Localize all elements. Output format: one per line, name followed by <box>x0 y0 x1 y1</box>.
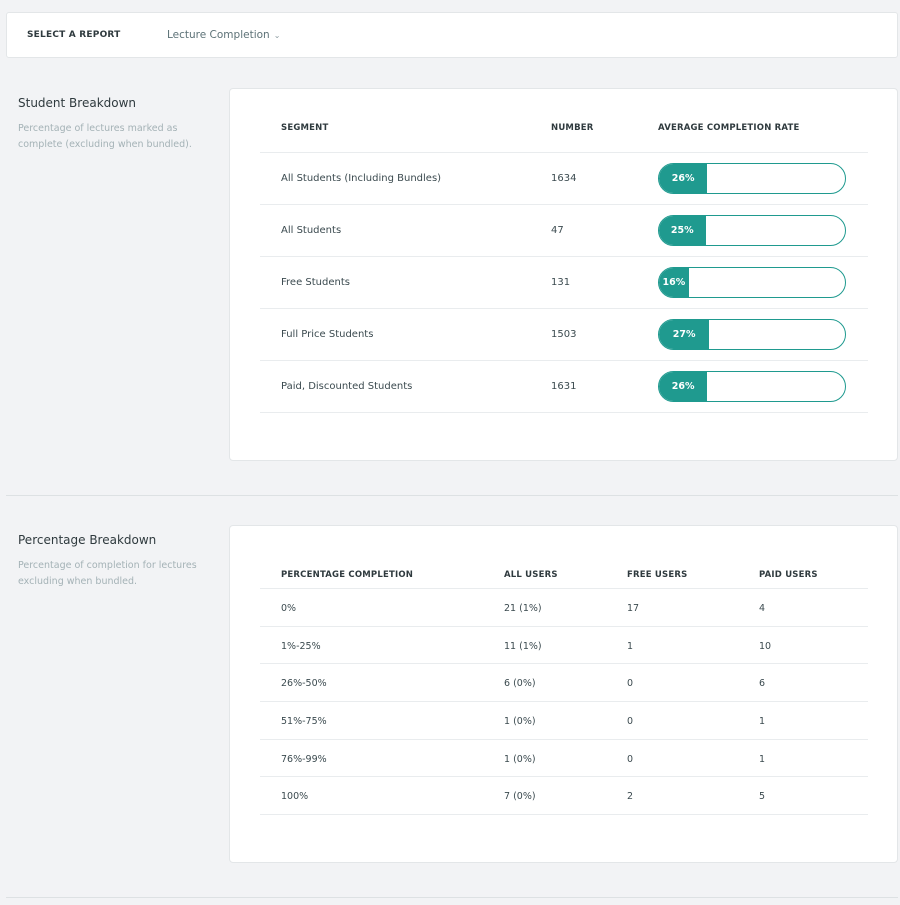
all-users-cell: 11 (1%) <box>504 640 542 652</box>
number-cell: 1634 <box>551 173 577 184</box>
completion-rate-bar: 26% <box>658 163 846 194</box>
range-cell: 100% <box>281 791 309 803</box>
completion-rate-fill: 25% <box>659 216 706 245</box>
column-header-percentage-completion: PERCENTAGE COMPLETION <box>281 570 414 580</box>
segment-cell: Full Price Students <box>281 329 374 340</box>
table-row: 0% 21 (1%) 17 4 <box>260 589 868 627</box>
percentage-breakdown-title: Percentage Breakdown <box>18 533 157 547</box>
number-cell: 1631 <box>551 381 577 392</box>
completion-rate-bar: 26% <box>658 371 846 402</box>
percentage-breakdown-table: PERCENTAGE COMPLETION ALL USERS FREE USE… <box>260 556 868 816</box>
paid-users-cell: 1 <box>759 753 766 765</box>
completion-rate-fill: 26% <box>659 164 708 193</box>
free-users-cell: 0 <box>627 716 634 728</box>
all-users-cell: 21 (1%) <box>504 603 542 614</box>
student-breakdown-description: Percentage of lectures marked as complet… <box>18 123 192 150</box>
column-header-completion-rate: AVERAGE COMPLETION RATE <box>658 123 800 133</box>
range-cell: 51%-75% <box>281 716 327 728</box>
table-row: All Students (Including Bundles) 1634 26% <box>260 153 868 205</box>
paid-users-cell: 4 <box>759 603 766 614</box>
segment-cell: All Students (Including Bundles) <box>281 173 442 184</box>
completion-rate-fill: 26% <box>659 372 708 401</box>
range-cell: 26%-50% <box>281 678 327 690</box>
table-row: 76%-99% 1 (0%) 0 1 <box>260 740 868 778</box>
table-row: Paid, Discounted Students 1631 26% <box>260 361 868 413</box>
range-cell: 76%-99% <box>281 753 327 765</box>
student-breakdown-title: Student Breakdown <box>18 96 137 110</box>
column-header-number: NUMBER <box>551 123 594 133</box>
free-users-cell: 0 <box>627 753 634 765</box>
all-users-cell: 1 (0%) <box>504 753 536 765</box>
section-divider <box>6 495 898 496</box>
number-cell: 47 <box>551 225 564 236</box>
all-users-cell: 1 (0%) <box>504 716 536 728</box>
table-header: PERCENTAGE COMPLETION ALL USERS FREE USE… <box>260 556 868 589</box>
completion-rate-bar: 25% <box>658 215 846 246</box>
column-header-all-users: ALL USERS <box>504 570 558 580</box>
chevron-down-icon: ⌄ <box>273 31 281 40</box>
percentage-breakdown-card: PERCENTAGE COMPLETION ALL USERS FREE USE… <box>229 525 898 863</box>
percentage-rows: 0% 21 (1%) 17 4 1%-25% 11 (1%) 1 10 26%-50% 6 (0%… <box>260 589 868 816</box>
number-cell: 1503 <box>551 329 577 340</box>
table-row: 100% 7 (0%) 2 5 <box>260 777 868 816</box>
free-users-cell: 2 <box>627 791 634 803</box>
segment-cell: Free Students <box>281 277 350 288</box>
student-breakdown-card: SEGMENT NUMBER AVERAGE COMPLETION RATE A… <box>229 88 898 461</box>
free-users-cell: 1 <box>627 640 634 652</box>
paid-users-cell: 10 <box>759 640 772 652</box>
range-cell: 1%-25% <box>281 640 321 652</box>
table-header: SEGMENT NUMBER AVERAGE COMPLETION RATE <box>260 119 868 153</box>
select-report-label: SELECT A REPORT <box>27 30 121 40</box>
all-users-cell: 7 (0%) <box>504 791 536 803</box>
number-cell: 131 <box>551 277 571 288</box>
table-row: 51%-75% 1 (0%) 0 1 <box>260 702 868 740</box>
paid-users-cell: 1 <box>759 716 766 728</box>
completion-rate-fill: 27% <box>659 320 710 349</box>
table-row: Full Price Students 1503 27% <box>260 309 868 361</box>
all-users-cell: 6 (0%) <box>504 678 536 690</box>
student-rows: All Students (Including Bundles) 1634 26% A… <box>260 153 868 413</box>
table-row: 1%-25% 11 (1%) 1 10 <box>260 627 868 665</box>
segment-cell: All Students <box>281 225 342 236</box>
table-row: Free Students 131 16% <box>260 257 868 309</box>
report-select-value: Lecture Completion <box>167 29 270 41</box>
table-row: All Students 47 25% <box>260 205 868 257</box>
completion-rate-bar: 27% <box>658 319 846 350</box>
column-header-paid-users: PAID USERS <box>759 570 818 580</box>
report-select-dropdown[interactable]: Lecture Completion ⌄ <box>167 29 280 41</box>
section-divider <box>6 897 898 898</box>
table-row: 26%-50% 6 (0%) 0 6 <box>260 664 868 703</box>
completion-rate-fill: 16% <box>659 268 689 297</box>
paid-users-cell: 6 <box>759 678 766 690</box>
column-header-free-users: FREE USERS <box>627 570 688 580</box>
segment-cell: Paid, Discounted Students <box>281 381 413 392</box>
student-breakdown-table: SEGMENT NUMBER AVERAGE COMPLETION RATE A… <box>260 119 868 413</box>
free-users-cell: 17 <box>627 603 640 614</box>
range-cell: 0% <box>281 603 297 614</box>
column-header-segment: SEGMENT <box>281 123 329 133</box>
percentage-breakdown-description: Percentage of completion for lectures ex… <box>18 560 197 587</box>
completion-rate-bar: 16% <box>658 267 846 298</box>
free-users-cell: 0 <box>627 678 634 690</box>
paid-users-cell: 5 <box>759 791 766 803</box>
report-selector-bar: SELECT A REPORT Lecture Completion ⌄ <box>6 12 898 58</box>
